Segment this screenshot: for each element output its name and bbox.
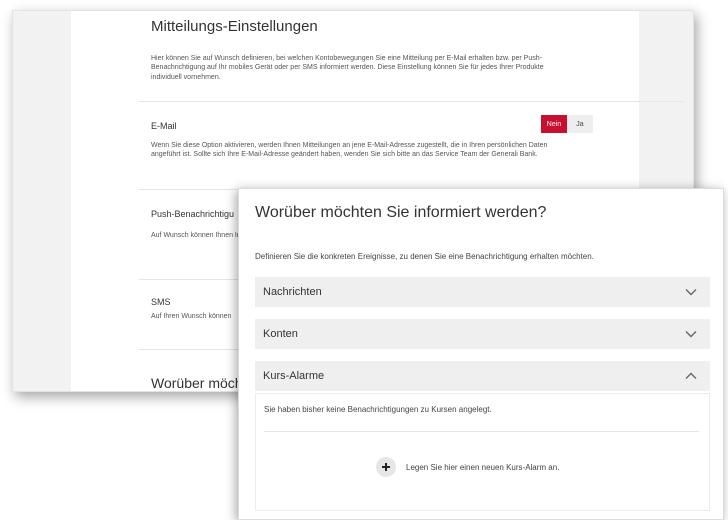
email-label: E-Mail <box>151 121 177 131</box>
card-subtitle: Definieren Sie die konkreten Ereignisse,… <box>255 252 594 261</box>
accordion-konten[interactable]: Konten <box>255 319 710 349</box>
accordion-label: Kurs-Alarme <box>263 370 325 382</box>
kurs-alarme-panel: Sie haben bisher keine Benachrichtigunge… <box>255 393 710 511</box>
card-title: Worüber möchten Sie informiert werden? <box>255 204 547 221</box>
empty-state-text: Sie haben bisher keine Benachrichtigunge… <box>264 405 492 414</box>
email-description: Wenn Sie diese Option aktivieren, werden… <box>151 142 548 159</box>
divider <box>264 431 699 432</box>
toggle-yes-button[interactable]: Ja <box>567 115 593 133</box>
accordion-nachrichten[interactable]: Nachrichten <box>255 277 710 307</box>
intro-text: Hier können Sie auf Wunsch definieren, b… <box>151 55 544 81</box>
chevron-down-icon[interactable] <box>684 327 698 341</box>
page-title: Mitteilungs-Einstellungen <box>151 18 318 35</box>
add-kurs-alarm-button[interactable]: Legen Sie hier einen neuen Kurs-Alarm an… <box>376 457 559 477</box>
accordion-label: Konten <box>263 328 298 340</box>
accordion-label: Nachrichten <box>263 286 322 298</box>
email-toggle[interactable]: Nein Ja <box>541 115 593 133</box>
add-kurs-alarm-label: Legen Sie hier einen neuen Kurs-Alarm an… <box>406 462 560 472</box>
toggle-no-button[interactable]: Nein <box>541 115 567 133</box>
accordion-kurs-alarme[interactable]: Kurs-Alarme <box>255 361 710 391</box>
divider <box>139 101 683 102</box>
notification-events-card: Worüber möchten Sie informiert werden? D… <box>238 188 724 520</box>
push-label: Push-Benachrichtigu <box>151 209 235 219</box>
plus-icon[interactable] <box>376 457 396 477</box>
sms-label: SMS <box>151 297 171 307</box>
chevron-up-icon[interactable] <box>684 369 698 383</box>
chevron-down-icon[interactable] <box>684 285 698 299</box>
